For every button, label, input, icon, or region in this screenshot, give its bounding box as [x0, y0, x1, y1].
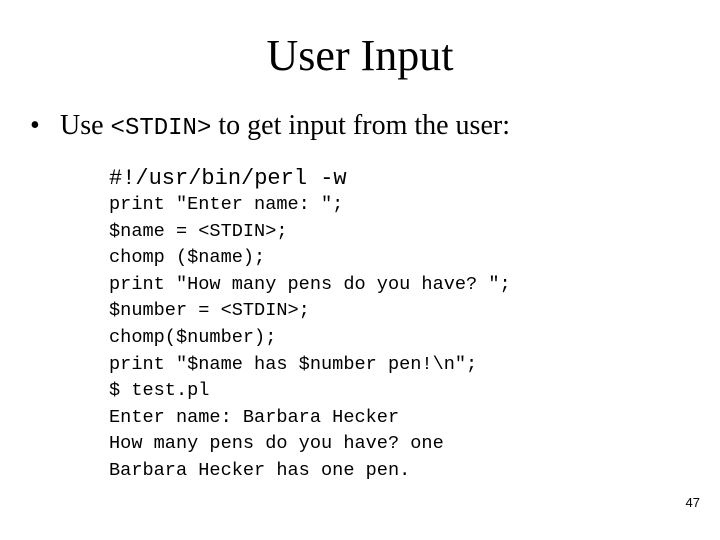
- bullet-marker: •: [30, 110, 40, 141]
- code-line: print "$name has $number pen!\n";: [109, 353, 478, 375]
- code-block: #!/usr/bin/perl -w print "Enter name: "; $…: [109, 146, 511, 485]
- bullet-text-after: to get input from the user:: [211, 110, 510, 141]
- slide-title: User Input: [266, 31, 454, 80]
- bullet-inline-code: <STDIN>: [110, 115, 212, 142]
- output-line: Barbara Hecker has one pen.: [109, 459, 411, 481]
- code-line: chomp($number);: [109, 326, 277, 348]
- bullet-item: • Use <STDIN> to get input from the user:: [30, 108, 510, 147]
- code-line: chomp ($name);: [109, 247, 266, 269]
- code-line: $name = <STDIN>;: [109, 220, 288, 242]
- output-line: $ test.pl: [109, 380, 210, 402]
- page-number: 47: [685, 495, 700, 510]
- bullet-text-before: Use: [60, 110, 111, 141]
- code-shebang: #!/usr/bin/perl -w: [109, 166, 347, 191]
- code-line: print "How many pens do you have? ";: [109, 273, 511, 295]
- output-line: How many pens do you have? one: [109, 433, 444, 455]
- code-line: print "Enter name: ";: [109, 194, 344, 215]
- output-line: Enter name: Barbara Hecker: [109, 406, 400, 428]
- code-line: $number = <STDIN>;: [109, 300, 310, 322]
